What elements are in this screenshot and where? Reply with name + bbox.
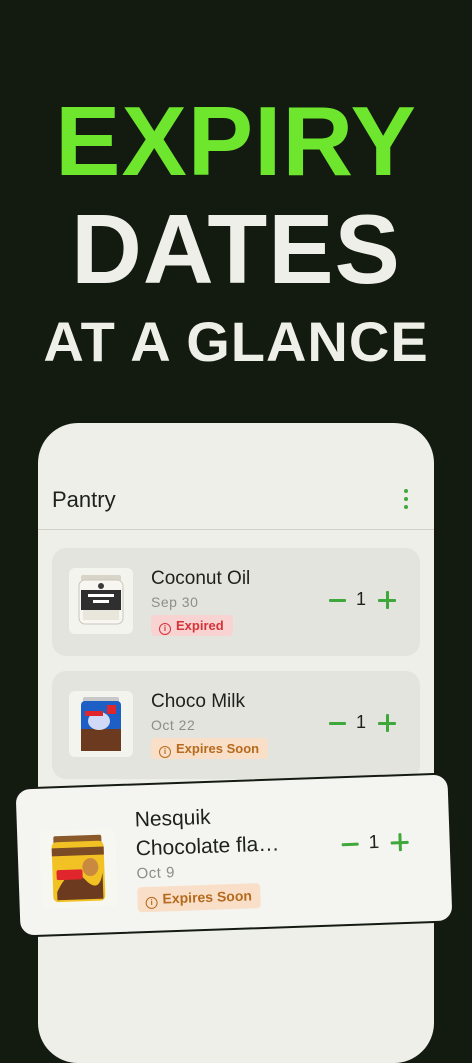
headline-expiry: EXPIRY — [55, 86, 417, 196]
decrease-quantity-button[interactable] — [327, 709, 347, 737]
coconut-oil-image — [69, 568, 133, 634]
quantity-value: 1 — [356, 589, 367, 609]
header-divider — [38, 529, 434, 530]
decrease-quantity-button[interactable] — [339, 830, 360, 859]
phone-screen: Pantry Coconut Oil Sep 30 i Expired 1 Ch… — [38, 423, 434, 1063]
info-icon: i — [159, 623, 171, 635]
quantity-stepper: 1 — [339, 828, 412, 858]
status-label: Expires Soon — [176, 741, 260, 756]
more-options-icon[interactable] — [402, 489, 410, 513]
status-badge: i Expires Soon — [151, 738, 269, 759]
choco-milk-image — [69, 691, 133, 757]
quantity-stepper: 1 — [327, 586, 399, 614]
page-title: Pantry — [52, 487, 116, 512]
pantry-item-coconut-oil[interactable]: Coconut Oil Sep 30 i Expired 1 — [52, 548, 420, 656]
headline-dates: DATES — [71, 194, 401, 304]
item-name: Nesquik Chocolate fla… — [134, 805, 280, 861]
pantry-item-choco-milk[interactable]: Choco Milk Oct 22 i Expires Soon 1 — [52, 671, 420, 779]
status-badge: i Expires Soon — [137, 883, 262, 913]
quantity-value: 1 — [356, 712, 367, 732]
decrease-quantity-button[interactable] — [327, 586, 347, 614]
info-icon: i — [145, 896, 158, 910]
item-date: Oct 9 — [136, 864, 176, 883]
headline-at-a-glance: AT A GLANCE — [43, 310, 429, 373]
quantity-stepper: 1 — [327, 709, 399, 737]
nesquik-image — [39, 828, 118, 909]
status-badge: i Expired — [151, 615, 233, 636]
status-label: Expired — [176, 618, 224, 633]
info-icon: i — [159, 746, 171, 758]
item-name: Choco Milk — [151, 691, 245, 712]
pantry-item-nesquik[interactable]: Nesquik Chocolate fla… Oct 9 i Expires Soo… — [13, 772, 455, 938]
item-date: Oct 22 — [151, 717, 196, 733]
increase-quantity-button[interactable] — [377, 586, 397, 614]
quantity-value: 1 — [368, 831, 380, 854]
item-date: Sep 30 — [151, 594, 199, 610]
status-label: Expires Soon — [162, 887, 253, 907]
increase-quantity-button[interactable] — [377, 709, 397, 737]
increase-quantity-button[interactable] — [389, 828, 410, 857]
item-name: Coconut Oil — [151, 568, 251, 589]
